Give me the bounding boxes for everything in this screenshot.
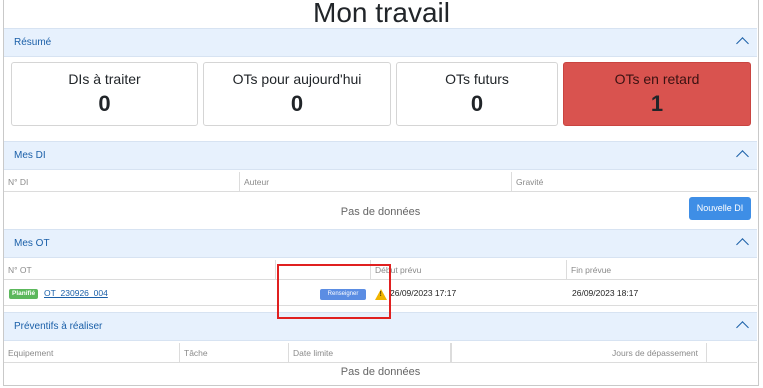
mes-di-panel-header[interactable]: Mes DI [4,141,757,170]
preventifs-table-header: Equipement Tâche Date limite Jours de dé… [4,343,757,363]
column-header[interactable]: Tâche [180,343,289,363]
resume-panel-title: Résumé [14,37,52,48]
column-header[interactable]: N° OT [4,260,276,280]
mes-ot-panel-title: Mes OT [14,238,50,249]
mes-di-empty-text: Pas de données [340,206,421,218]
card-ots-en-retard[interactable]: OTs en retard 1 [563,62,751,126]
card-label: OTs en retard [614,71,700,87]
resume-panel-header[interactable]: Résumé [4,28,757,57]
card-label: DIs à traiter [68,71,141,87]
column-header[interactable]: Fin prévue [567,260,757,280]
mes-di-table-header: N° DI Auteur Gravité [4,172,757,192]
chevron-up-icon[interactable] [736,238,749,251]
card-label: OTs pour aujourd'hui [232,71,362,87]
page-title: Mon travail [313,0,450,28]
card-value: 0 [470,91,484,116]
card-label: OTs futurs [445,71,509,87]
card-value: 0 [290,91,304,116]
mes-di-panel-title: Mes DI [14,150,46,161]
preventifs-empty-text: Pas de données [340,366,421,378]
chevron-up-icon[interactable] [736,150,749,163]
status-badge: Planifié [9,289,39,299]
column-header[interactable]: Date limite [289,343,451,363]
card-dis-a-traiter[interactable]: DIs à traiter 0 [11,62,198,126]
chevron-up-icon[interactable] [736,321,749,334]
card-value: 0 [98,91,111,116]
column-header[interactable]: Début prévu [371,260,567,280]
card-value: 1 [650,91,664,116]
highlight-box [277,264,391,319]
end-date: 26/09/2023 18:17 [572,288,639,298]
nouvelle-di-button[interactable]: Nouvelle DI [689,197,751,220]
column-header[interactable]: N° DI [4,172,240,192]
column-header[interactable]: Jours de dépassement [451,343,707,363]
mes-ot-panel-header[interactable]: Mes OT [4,229,757,258]
chevron-up-icon[interactable] [736,37,749,50]
card-ots-futurs[interactable]: OTs futurs 0 [396,62,558,126]
column-header[interactable]: Auteur [240,172,512,192]
preventifs-panel-title: Préventifs à réaliser [14,321,103,332]
column-header[interactable]: Gravité [512,172,757,192]
start-date: 26/09/2023 17:17 [390,288,457,298]
card-ots-aujourdhui[interactable]: OTs pour aujourd'hui 0 [203,62,391,126]
column-header[interactable]: Equipement [4,343,180,363]
ot-link[interactable]: OT_230926_004 [44,288,108,298]
